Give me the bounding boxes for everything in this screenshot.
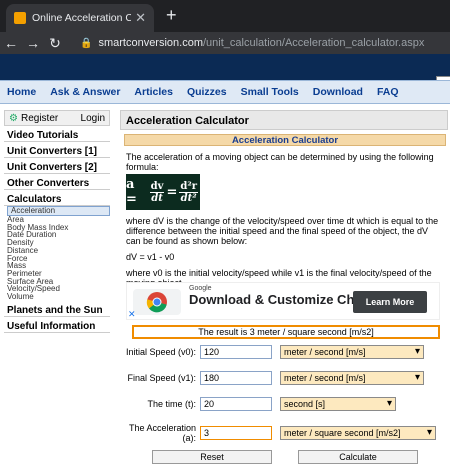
sidebar: ⚙ Register Login Video Tutorials Unit Con…: [4, 110, 110, 464]
calculator-panel: Acceleration Calculator Acceleration Cal…: [120, 110, 448, 464]
browser-tabbar: Online Acceleration Calculator (F ✕ +: [0, 0, 450, 32]
url-field[interactable]: smartconversion.com/unit_calculation/Acc…: [98, 37, 424, 49]
sidebar-item-volume[interactable]: Volume: [4, 293, 110, 301]
reload-icon[interactable]: ↻: [44, 35, 66, 52]
menu-articles[interactable]: Articles: [127, 86, 180, 98]
velocity-note: where v0 is the initial velocity/speed w…: [126, 268, 432, 288]
close-tab-icon[interactable]: ✕: [135, 10, 146, 26]
browser-tab[interactable]: Online Acceleration Calculator (F ✕: [6, 4, 154, 32]
menu-ask-answer[interactable]: Ask & Answer: [43, 86, 127, 98]
back-icon[interactable]: ←: [0, 35, 22, 51]
lock-icon[interactable]: 🔒: [80, 38, 92, 49]
login-link[interactable]: Login: [81, 113, 105, 124]
site-favicon-icon: [14, 12, 26, 24]
sidebar-useful-info[interactable]: Useful Information: [4, 319, 110, 333]
calculator-title: Acceleration Calculator: [124, 134, 446, 146]
formula-image: a = dv dt = d²r dt²: [126, 174, 200, 210]
sidebar-video-tutorials[interactable]: Video Tutorials: [4, 128, 110, 142]
menu-download[interactable]: Download: [306, 86, 370, 98]
site-header-band: [0, 54, 450, 80]
sidebar-calculators[interactable]: Calculators: [4, 192, 110, 206]
account-bar: ⚙ Register Login: [4, 110, 110, 126]
menu-quizzes[interactable]: Quizzes: [180, 86, 234, 98]
tab-title: Online Acceleration Calculator (F: [32, 12, 132, 24]
sidebar-other-converters[interactable]: Other Converters: [4, 176, 110, 190]
formula-text: dV = v1 - v0: [126, 252, 175, 262]
menu-faq[interactable]: FAQ: [370, 86, 406, 98]
page-title: Acceleration Calculator: [120, 110, 448, 130]
menu-home[interactable]: Home: [0, 86, 43, 98]
register-link[interactable]: Register: [21, 113, 58, 124]
menu-small-tools[interactable]: Small Tools: [234, 86, 306, 98]
sidebar-planets[interactable]: Planets and the Sun: [4, 303, 110, 317]
sidebar-unit-converters-2[interactable]: Unit Converters [2]: [4, 160, 110, 174]
description-text: where dV is the change of the velocity/s…: [126, 216, 439, 246]
intro-text: The acceleration of a moving object can …: [126, 152, 434, 172]
address-bar-row: ← → ↻ 🔒 smartconversion.com/unit_calcula…: [0, 32, 450, 54]
register-icon: ⚙: [9, 112, 18, 124]
main-menu: Home Ask & Answer Articles Quizzes Small…: [0, 80, 450, 104]
new-tab-icon[interactable]: +: [166, 6, 177, 24]
forward-icon[interactable]: →: [22, 35, 44, 51]
sidebar-unit-converters-1[interactable]: Unit Converters [1]: [4, 144, 110, 158]
